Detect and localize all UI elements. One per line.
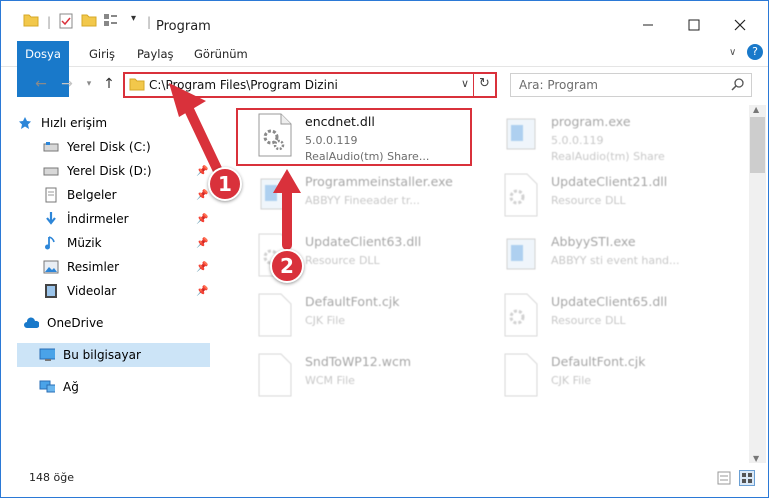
- status-bar: 148 öğe: [1, 463, 768, 497]
- step-1-badge: 1: [208, 167, 242, 201]
- step-2-badge: 2: [270, 249, 304, 283]
- arrow-1-shaft: [180, 96, 224, 178]
- explorer-window: | ▾ | Program Dosya Giriş Paylaş Görünüm…: [0, 0, 769, 498]
- details-view-icon[interactable]: [717, 471, 731, 488]
- annotation-arrows: [169, 83, 301, 250]
- large-icons-view-icon[interactable]: [739, 470, 755, 486]
- arrow-2-head: [273, 169, 301, 193]
- item-count: 148 öğe: [29, 471, 74, 484]
- arrow-1-head: [169, 83, 206, 117]
